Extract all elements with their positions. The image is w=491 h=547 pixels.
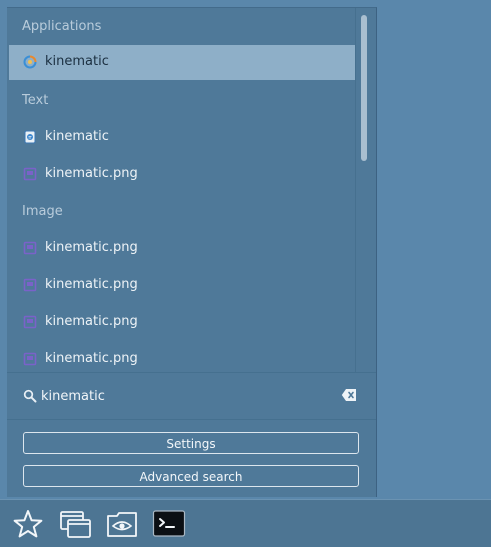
result-item-kinematic-png[interactable]: kinematic.png bbox=[9, 268, 355, 303]
search-input[interactable] bbox=[41, 386, 331, 406]
image-file-icon bbox=[23, 352, 37, 366]
result-item-kinematic-png[interactable]: kinematic.png bbox=[9, 157, 355, 192]
text-file-icon bbox=[24, 130, 36, 144]
image-file-icon bbox=[23, 278, 37, 292]
kinematic-app-icon bbox=[23, 55, 37, 69]
search-results-list: Applications kinematic Text kinematic ki… bbox=[7, 8, 355, 372]
result-item-kinematic-png[interactable]: kinematic.png bbox=[9, 231, 355, 266]
favorites-star-icon[interactable] bbox=[11, 508, 45, 540]
result-item-kinematic-png[interactable]: kinematic.png bbox=[9, 305, 355, 340]
result-item-label: kinematic.png bbox=[45, 277, 138, 292]
search-bar bbox=[7, 373, 376, 419]
result-item-label: kinematic.png bbox=[45, 314, 138, 329]
settings-button[interactable]: Settings bbox=[23, 432, 359, 454]
taskbar bbox=[0, 499, 491, 547]
section-header-applications: Applications bbox=[22, 19, 102, 34]
divider bbox=[7, 419, 376, 420]
results-scrollbar-thumb[interactable] bbox=[361, 15, 367, 161]
windows-switcher-icon[interactable] bbox=[58, 508, 92, 540]
section-header-text: Text bbox=[22, 93, 49, 108]
result-item-label: kinematic bbox=[45, 129, 109, 144]
image-file-icon bbox=[23, 241, 37, 255]
result-item-label: kinematic bbox=[45, 54, 109, 69]
backspace-clear-icon[interactable] bbox=[341, 388, 357, 402]
search-menu-panel: Applications kinematic Text kinematic ki… bbox=[7, 7, 377, 497]
file-manager-eye-icon[interactable] bbox=[105, 508, 139, 540]
section-header-image: Image bbox=[22, 204, 63, 219]
result-item-kinematic-app[interactable]: kinematic bbox=[9, 45, 355, 80]
terminal-icon[interactable] bbox=[152, 508, 186, 540]
result-item-label: kinematic.png bbox=[45, 351, 138, 366]
result-item-kinematic-png[interactable]: kinematic.png bbox=[9, 342, 355, 372]
result-item-label: kinematic.png bbox=[45, 240, 138, 255]
result-item-kinematic-text[interactable]: kinematic bbox=[9, 120, 355, 155]
result-item-label: kinematic.png bbox=[45, 166, 138, 181]
image-file-icon bbox=[23, 167, 37, 181]
advanced-search-button[interactable]: Advanced search bbox=[23, 465, 359, 487]
search-icon bbox=[23, 389, 37, 403]
image-file-icon bbox=[23, 315, 37, 329]
